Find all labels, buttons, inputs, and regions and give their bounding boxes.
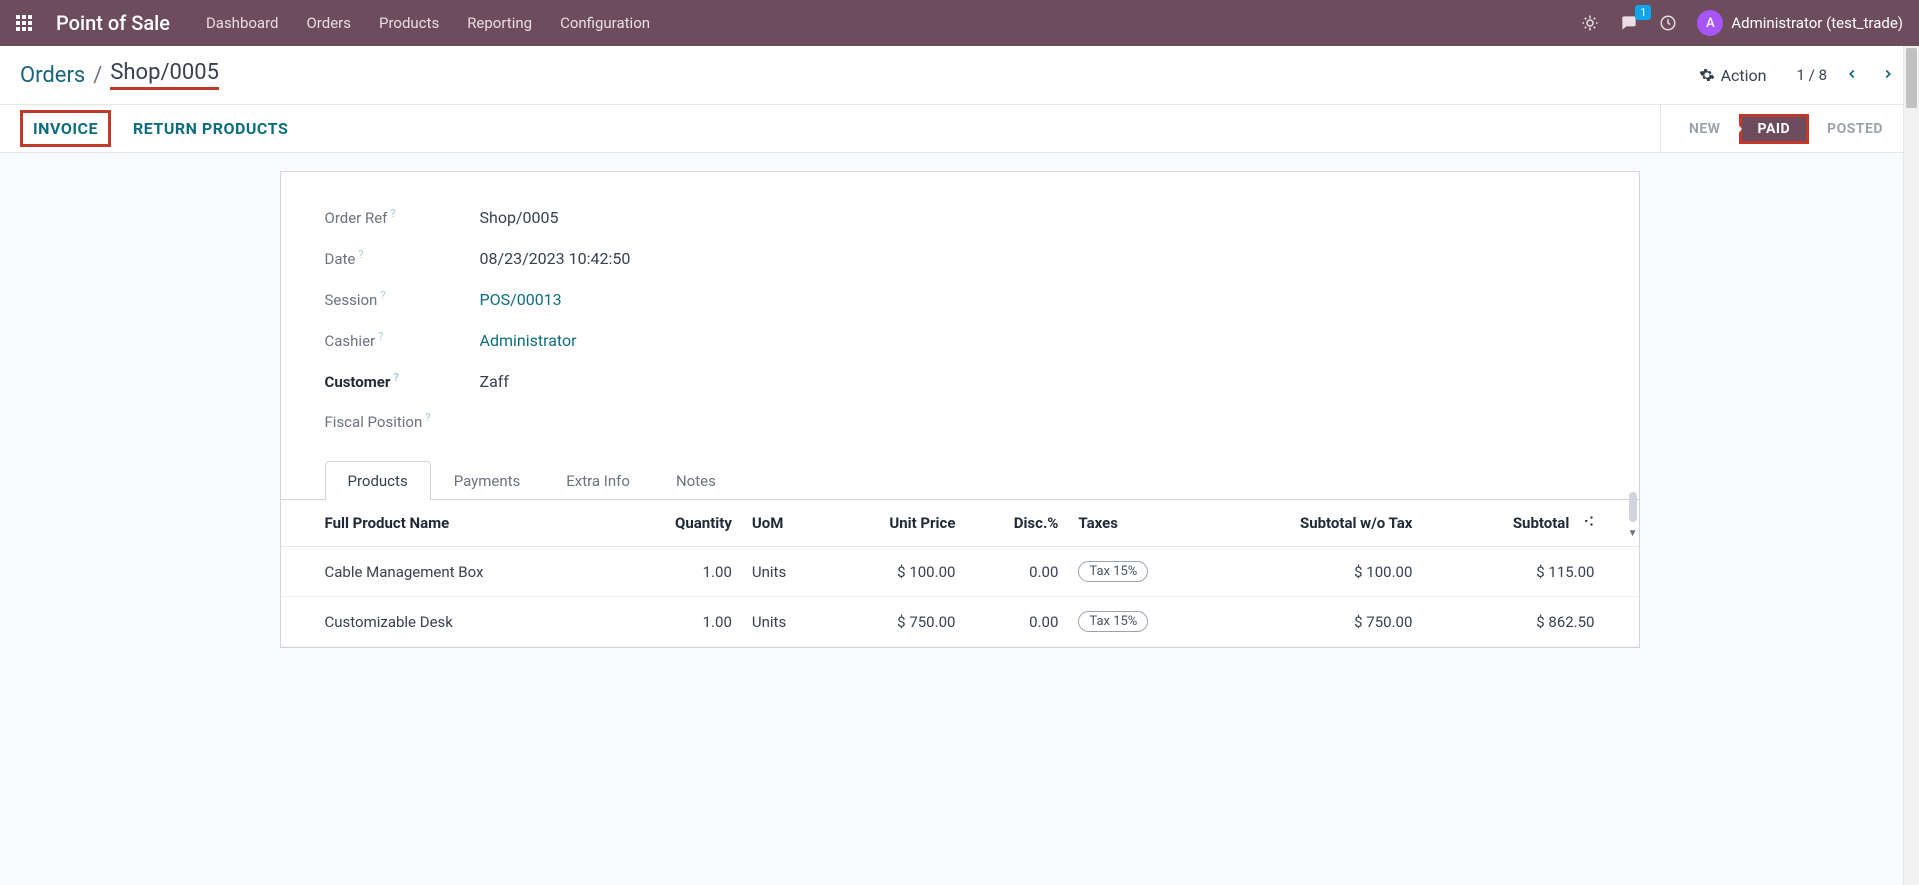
- tabs: Products Payments Extra Info Notes: [281, 461, 1639, 500]
- cell-subtotal: $ 115.00: [1422, 547, 1638, 597]
- cell-disc: 0.00: [965, 547, 1068, 597]
- scrollbar-thumb[interactable]: [1906, 48, 1917, 108]
- th-qty[interactable]: Quantity: [620, 500, 742, 547]
- label-session: Session?: [325, 291, 480, 309]
- cell-tax: Tax 15%: [1068, 547, 1211, 597]
- th-taxes[interactable]: Taxes: [1068, 500, 1211, 547]
- cell-subtotal-wo: $ 750.00: [1212, 597, 1423, 647]
- th-subtotal-wo[interactable]: Subtotal w/o Tax: [1212, 500, 1423, 547]
- cell-unit-price: $ 750.00: [828, 597, 965, 647]
- cell-qty: 1.00: [620, 547, 742, 597]
- cell-subtotal: $ 862.50: [1422, 597, 1638, 647]
- nav-products[interactable]: Products: [379, 14, 439, 32]
- page-scrollbar[interactable]: [1903, 46, 1919, 885]
- chevron-right-icon: [1881, 67, 1895, 81]
- columns-config-icon[interactable]: [1581, 514, 1595, 532]
- content-wrap: Order Ref? Shop/0005 Date? 08/23/2023 10…: [0, 153, 1919, 666]
- pager-text: 1 / 8: [1796, 66, 1827, 84]
- products-table: Full Product Name Quantity UoM Unit Pric…: [281, 500, 1639, 647]
- cell-name: Cable Management Box: [281, 547, 620, 597]
- table-row[interactable]: Cable Management Box 1.00 Units $ 100.00…: [281, 547, 1639, 597]
- breadcrumb-parent[interactable]: Orders: [20, 63, 85, 88]
- chevron-left-icon: [1845, 67, 1859, 81]
- apps-icon[interactable]: [16, 15, 32, 31]
- status-row: INVOICE RETURN PRODUCTS NEW PAID POSTED: [0, 105, 1919, 153]
- nav-orders[interactable]: Orders: [306, 14, 351, 32]
- nav-dashboard[interactable]: Dashboard: [206, 14, 279, 32]
- control-bar: Orders / Shop/0005 Action 1 / 8: [0, 46, 1919, 105]
- cell-qty: 1.00: [620, 597, 742, 647]
- nav-configuration[interactable]: Configuration: [560, 14, 650, 32]
- cell-name: Customizable Desk: [281, 597, 620, 647]
- form-fields: Order Ref? Shop/0005 Date? 08/23/2023 10…: [325, 208, 1025, 431]
- cell-subtotal-wo: $ 100.00: [1212, 547, 1423, 597]
- messages-badge: 1: [1635, 5, 1651, 20]
- th-uom[interactable]: UoM: [742, 500, 828, 547]
- nav-menu: Dashboard Orders Products Reporting Conf…: [206, 14, 650, 32]
- status-bar: NEW PAID POSTED: [1660, 105, 1919, 152]
- action-button[interactable]: Action: [1699, 66, 1767, 85]
- label-customer: Customer?: [325, 373, 480, 391]
- th-unit-price[interactable]: Unit Price: [828, 500, 965, 547]
- avatar: A: [1697, 10, 1723, 36]
- pager: 1 / 8: [1796, 61, 1899, 90]
- brand-title[interactable]: Point of Sale: [56, 11, 170, 35]
- bug-icon[interactable]: [1581, 14, 1599, 32]
- table-row[interactable]: Customizable Desk 1.00 Units $ 750.00 0.…: [281, 597, 1639, 647]
- status-paid[interactable]: PAID: [1739, 114, 1810, 144]
- username: Administrator (test_trade): [1731, 14, 1903, 32]
- messages-icon[interactable]: 1: [1619, 13, 1639, 33]
- th-subtotal[interactable]: Subtotal: [1422, 500, 1638, 547]
- cell-disc: 0.00: [965, 597, 1068, 647]
- tab-extra-info[interactable]: Extra Info: [543, 461, 653, 500]
- th-disc[interactable]: Disc.%: [965, 500, 1068, 547]
- breadcrumb-current: Shop/0005: [110, 60, 219, 90]
- value-session[interactable]: POS/00013: [480, 290, 1025, 309]
- inner-scroll-down-icon[interactable]: ▼: [1628, 528, 1638, 539]
- invoice-button[interactable]: INVOICE: [20, 110, 111, 147]
- value-date: 08/23/2023 10:42:50: [480, 249, 1025, 268]
- label-fiscal: Fiscal Position?: [325, 413, 480, 431]
- return-products-button[interactable]: RETURN PRODUCTS: [127, 111, 294, 146]
- pager-prev[interactable]: [1841, 61, 1863, 90]
- form-sheet: Order Ref? Shop/0005 Date? 08/23/2023 10…: [280, 171, 1640, 648]
- tax-pill: Tax 15%: [1078, 561, 1148, 582]
- value-order-ref: Shop/0005: [480, 208, 1025, 227]
- th-name[interactable]: Full Product Name: [281, 500, 620, 547]
- cell-uom: Units: [742, 597, 828, 647]
- tab-products[interactable]: Products: [325, 461, 431, 500]
- tax-pill: Tax 15%: [1078, 611, 1148, 632]
- pager-next[interactable]: [1877, 61, 1899, 90]
- products-table-wrap: Full Product Name Quantity UoM Unit Pric…: [281, 500, 1639, 647]
- breadcrumb: Orders / Shop/0005: [20, 60, 219, 90]
- top-nav: Point of Sale Dashboard Orders Products …: [0, 0, 1919, 46]
- nav-reporting[interactable]: Reporting: [467, 14, 532, 32]
- cell-uom: Units: [742, 547, 828, 597]
- breadcrumb-sep: /: [93, 63, 102, 88]
- tab-payments[interactable]: Payments: [431, 461, 544, 500]
- value-customer[interactable]: Zaff: [480, 372, 1025, 391]
- label-date: Date?: [325, 250, 480, 268]
- status-posted[interactable]: POSTED: [1809, 105, 1901, 152]
- nav-icons: 1 A Administrator (test_trade): [1581, 10, 1903, 36]
- tab-notes[interactable]: Notes: [653, 461, 739, 500]
- label-order-ref: Order Ref?: [325, 209, 480, 227]
- cell-unit-price: $ 100.00: [828, 547, 965, 597]
- value-cashier[interactable]: Administrator: [480, 331, 1025, 350]
- label-cashier: Cashier?: [325, 332, 480, 350]
- clock-icon[interactable]: [1659, 14, 1677, 32]
- inner-scrollbar[interactable]: [1629, 492, 1637, 522]
- cell-tax: Tax 15%: [1068, 597, 1211, 647]
- user-menu[interactable]: A Administrator (test_trade): [1697, 10, 1903, 36]
- gear-icon: [1699, 67, 1715, 83]
- action-label: Action: [1721, 66, 1767, 85]
